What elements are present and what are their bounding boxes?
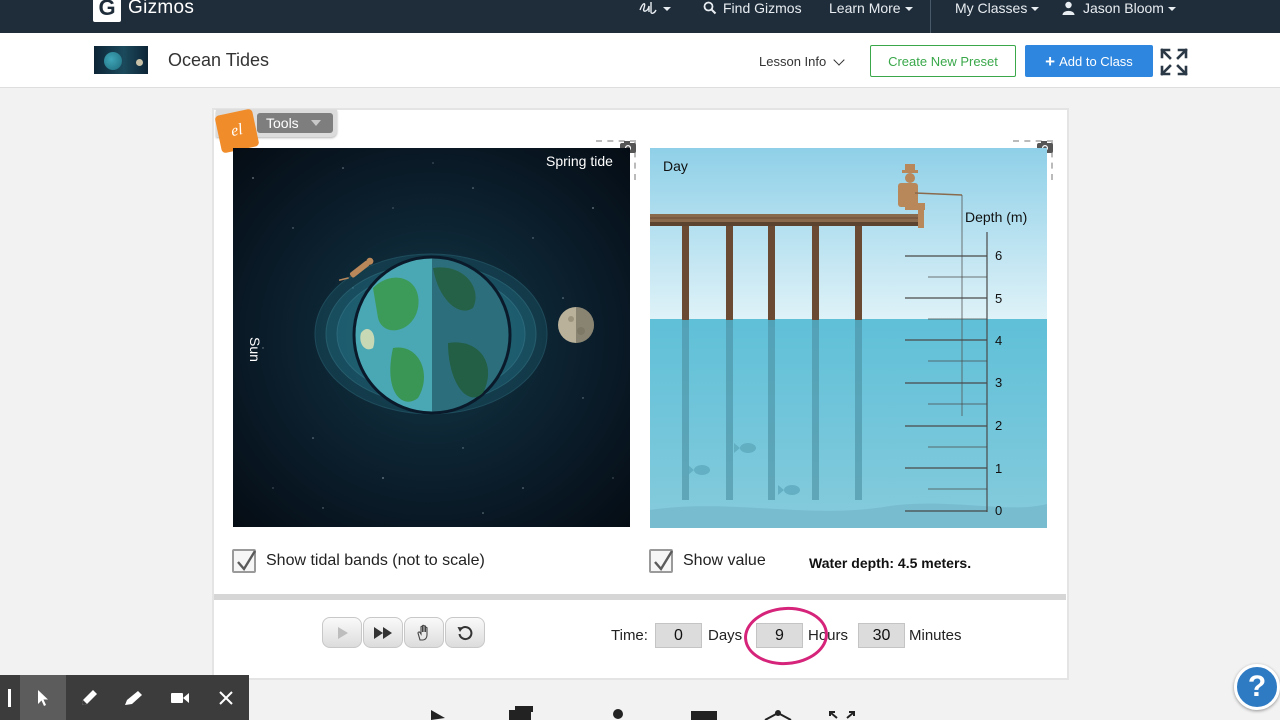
lesson-info-dropdown[interactable]: Lesson Info bbox=[759, 53, 845, 69]
panel-divider bbox=[214, 594, 1066, 600]
close-icon bbox=[219, 690, 233, 705]
chevron-down-icon bbox=[833, 53, 845, 66]
fast-forward-icon bbox=[374, 626, 392, 639]
minutes-field[interactable]: 30 bbox=[858, 623, 905, 648]
sun-label: Sun bbox=[247, 337, 263, 362]
pier-scene bbox=[650, 148, 1047, 528]
pen-tool-button[interactable] bbox=[66, 675, 112, 720]
reset-button[interactable] bbox=[445, 617, 485, 648]
gizmos-logo[interactable]: G Gizmos bbox=[93, 0, 194, 22]
el-menu[interactable] bbox=[637, 0, 671, 16]
learn-more-menu[interactable]: Learn More bbox=[829, 0, 913, 16]
help-button[interactable]: ? bbox=[1234, 664, 1280, 710]
video-camera-icon bbox=[171, 692, 190, 703]
caret-down-icon bbox=[310, 120, 321, 126]
play-icon[interactable] bbox=[428, 704, 448, 720]
teacher-icon[interactable] bbox=[607, 704, 629, 720]
tidal-bands-checkbox[interactable] bbox=[232, 549, 257, 573]
logo-mark: G bbox=[93, 0, 121, 22]
plus-icon: + bbox=[1045, 51, 1056, 71]
gizmo-thumbnail bbox=[94, 46, 148, 74]
find-gizmos-label: Find Gizmos bbox=[723, 0, 802, 16]
my-classes-label: My Classes bbox=[955, 0, 1028, 16]
depth-tick: 1 bbox=[995, 461, 1003, 476]
fullscreen-icon[interactable] bbox=[1160, 48, 1188, 76]
minutes-unit: Minutes bbox=[909, 627, 962, 644]
days-field[interactable]: 0 bbox=[655, 623, 702, 648]
caret-down-icon bbox=[904, 7, 913, 11]
gizmo-header: Ocean Tides Lesson Info Create New Prese… bbox=[0, 33, 1280, 88]
checkmark-icon bbox=[237, 550, 257, 572]
play-button[interactable] bbox=[322, 617, 362, 648]
depth-tick: 6 bbox=[995, 248, 1003, 263]
days-unit: Days bbox=[708, 627, 743, 644]
my-classes-menu[interactable]: My Classes bbox=[955, 0, 1040, 16]
cards-icon[interactable] bbox=[507, 704, 537, 720]
add-to-class-label: Add to Class bbox=[1059, 53, 1133, 69]
show-value-label: Show value bbox=[683, 552, 766, 569]
search-icon bbox=[703, 1, 717, 15]
depth-axis-label: Depth (m) bbox=[965, 209, 1028, 225]
depth-tick: 3 bbox=[995, 375, 1003, 390]
screen-icon[interactable] bbox=[690, 704, 718, 720]
highlighter-tool-button[interactable] bbox=[112, 675, 158, 720]
depth-tick: 4 bbox=[995, 333, 1003, 348]
fast-forward-button[interactable] bbox=[363, 617, 403, 648]
top-nav: G Gizmos Find Gizmos Learn More My Class… bbox=[0, 0, 1280, 33]
el-signature-icon bbox=[639, 2, 657, 14]
tidal-bands-label: Show tidal bands (not to scale) bbox=[266, 552, 485, 569]
caret-down-icon bbox=[1031, 7, 1040, 11]
record-tool-button[interactable] bbox=[157, 675, 203, 720]
close-toolbar-button[interactable] bbox=[203, 675, 249, 720]
depth-tick: 2 bbox=[995, 418, 1003, 433]
user-icon bbox=[1062, 1, 1075, 15]
play-icon bbox=[338, 626, 348, 639]
depth-tick: 5 bbox=[995, 291, 1003, 306]
highlighter-icon bbox=[125, 690, 143, 705]
checkmark-icon bbox=[654, 550, 674, 572]
show-value-toggle[interactable]: Show value bbox=[649, 549, 766, 573]
add-to-class-button[interactable]: + Add to Class bbox=[1025, 45, 1153, 77]
create-preset-button[interactable]: Create New Preset bbox=[870, 45, 1016, 77]
tidal-bands-toggle[interactable]: Show tidal bands (not to scale) bbox=[232, 549, 485, 573]
user-menu[interactable]: Jason Bloom bbox=[1062, 0, 1176, 16]
caret-down-icon bbox=[663, 7, 671, 11]
caret-down-icon bbox=[1167, 7, 1176, 11]
learn-more-label: Learn More bbox=[829, 0, 901, 16]
show-value-checkbox[interactable] bbox=[649, 549, 674, 573]
period-label: Day bbox=[663, 158, 688, 174]
cursor-arrow-icon bbox=[37, 689, 48, 706]
nav-divider bbox=[930, 0, 931, 33]
find-gizmos-link[interactable]: Find Gizmos bbox=[703, 0, 802, 16]
space-scene bbox=[252, 162, 614, 514]
pencil-icon bbox=[81, 689, 97, 705]
drag-handle[interactable] bbox=[0, 675, 20, 720]
lesson-info-label: Lesson Info bbox=[759, 54, 827, 69]
depth-tick: 0 bbox=[995, 503, 1003, 518]
pause-button[interactable] bbox=[404, 617, 444, 648]
ocean-depth-view[interactable]: Day Depth (m) 6 5 4 3 2 1 0 bbox=[650, 148, 1047, 528]
tide-type-label: Spring tide bbox=[546, 153, 613, 169]
expand-icon[interactable] bbox=[827, 704, 857, 720]
share-icon[interactable] bbox=[762, 704, 794, 720]
hand-stop-icon bbox=[417, 624, 428, 641]
pointer-tool-button[interactable] bbox=[19, 675, 66, 720]
earth-moon-view[interactable]: Spring tide Sun bbox=[233, 148, 630, 527]
page-title: Ocean Tides bbox=[168, 50, 270, 70]
water-depth-readout: Water depth: 4.5 meters. bbox=[809, 555, 972, 571]
user-name: Jason Bloom bbox=[1083, 0, 1164, 16]
time-label: Time: bbox=[611, 627, 648, 644]
el-badge-icon: el bbox=[214, 108, 260, 154]
brand-name: Gizmos bbox=[128, 0, 195, 18]
annotation-toolbar bbox=[0, 675, 249, 720]
playback-controls bbox=[322, 617, 486, 648]
tools-dropdown[interactable]: Tools bbox=[257, 113, 333, 133]
grip-icon bbox=[7, 688, 11, 707]
reset-icon bbox=[457, 625, 473, 640]
tools-label: Tools bbox=[266, 115, 299, 131]
